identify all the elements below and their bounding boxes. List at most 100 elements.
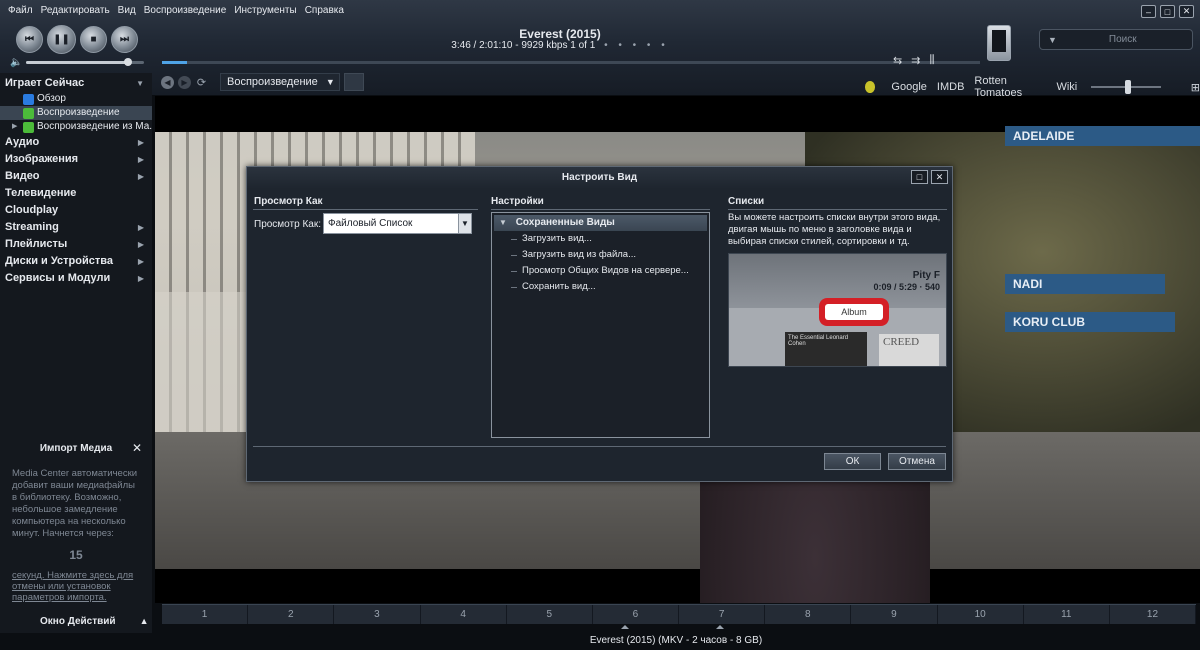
import-cancel-link[interactable]: секунд. Нажмите здесь для отмены или уст… [12, 570, 140, 603]
close-icon[interactable]: ✕ [132, 441, 142, 455]
link-imdb[interactable]: IMDB [937, 81, 965, 93]
chapter-marker[interactable]: 12 [1110, 605, 1197, 624]
sidebar-item-images[interactable]: Изображения ▶ [0, 151, 152, 168]
close-icon[interactable]: ✕ [931, 170, 948, 184]
sidebar-item-playlists[interactable]: Плейлисты ▶ [0, 236, 152, 253]
sidebar-item-audio[interactable]: Аудио ▶ [0, 134, 152, 151]
sidebar-item-label: Обзор [37, 93, 66, 104]
search-dropdown-icon[interactable]: ▼ [1048, 35, 1057, 45]
load-view-item[interactable]: Загрузить вид... [492, 231, 709, 247]
chevron-down-icon: ▼ [325, 77, 335, 87]
repeat-icon[interactable]: ⇉ [911, 54, 920, 67]
chapter-marker[interactable]: 7 [679, 605, 766, 624]
search-input[interactable]: ▼ Поиск [1039, 29, 1193, 50]
sidebar-item-drives[interactable]: Диски и Устройства ▶ [0, 253, 152, 270]
device-icon[interactable] [987, 25, 1011, 61]
sidebar-item-label: Воспроизведение [37, 107, 120, 118]
chapter-marker[interactable]: 8 [765, 605, 852, 624]
chapter-marker[interactable]: 4 [421, 605, 507, 624]
minimize-icon[interactable]: – [1141, 5, 1156, 18]
menu-file[interactable]: Файл [4, 4, 37, 18]
sidebar-item-label: Играет Сейчас [5, 77, 85, 89]
chapter-marker[interactable]: 10 [938, 605, 1024, 624]
chevron-down-icon[interactable]: ▼ [458, 214, 471, 233]
grid-icon[interactable]: ⊞ [1191, 81, 1200, 94]
chapter-marker[interactable]: 9 [851, 605, 938, 624]
sidebar: Играет Сейчас ▼ Обзор Воспроизведение ▶ … [0, 73, 152, 633]
view-as-label: Просмотр Как: [254, 219, 321, 230]
menu-help[interactable]: Справка [301, 4, 348, 18]
sidebar-item-overview[interactable]: Обзор [0, 92, 152, 106]
view-dropdown[interactable]: Воспроизведение ▼ [220, 73, 340, 91]
zoom-knob[interactable] [1125, 80, 1132, 94]
sidebar-item-tv[interactable]: Телевидение [0, 185, 152, 202]
menu-view[interactable]: Вид [114, 4, 140, 18]
forward-icon[interactable]: ▶ [178, 75, 191, 89]
chapter-marker[interactable]: 1 [162, 605, 249, 624]
transport-controls: ⏮ ❚❚ ■ ⏭ [16, 25, 138, 54]
previous-icon: ⏮ [25, 34, 34, 45]
import-countdown: 15 [69, 548, 83, 562]
chapter-marker[interactable]: 6 [593, 605, 680, 624]
chapter-marker[interactable]: 5 [507, 605, 593, 624]
chevron-up-icon: ▲ [139, 616, 149, 626]
home-icon [23, 122, 34, 133]
next-button[interactable]: ⏭ [111, 26, 138, 53]
chevron-right-icon[interactable]: ▶ [12, 120, 17, 134]
chapter-marker[interactable]: 2 [248, 605, 335, 624]
save-view-item[interactable]: Сохранить вид... [492, 279, 709, 295]
settings-header: Настройки [491, 196, 544, 207]
cancel-button[interactable]: Отмена [888, 453, 946, 470]
lists-header: Списки [728, 196, 765, 207]
back-icon[interactable]: ◀ [161, 75, 174, 89]
view-as-select[interactable]: Файловый Список ▼ [323, 213, 472, 234]
zoom-slider[interactable] [1091, 80, 1161, 94]
preview-album-label: Album [825, 304, 883, 320]
pause-button[interactable]: ❚❚ [47, 25, 76, 54]
sidebar-item-playback-from[interactable]: ▶ Воспроизведение из Ма... [0, 120, 152, 134]
sidebar-item-streaming[interactable]: Streaming ▶ [0, 219, 152, 236]
volume-control: 🔈 [10, 57, 145, 68]
preview-cover-1: The Essential Leonard Cohen [785, 332, 867, 366]
menu-edit[interactable]: Редактировать [37, 4, 114, 18]
load-view-from-file-item[interactable]: Загрузить вид из файла... [492, 247, 709, 263]
link-google[interactable]: Google [891, 81, 926, 93]
action-window-toggle[interactable]: Окно Действий ▲ [0, 612, 152, 630]
sidebar-item-playing-now[interactable]: Играет Сейчас ▼ [0, 75, 152, 92]
playlist-dots[interactable]: • • • • • [604, 40, 669, 51]
maximize-icon[interactable]: □ [1160, 5, 1175, 18]
chevron-down-icon: ▼ [136, 79, 144, 88]
settings-tree: ▼ Сохраненные Виды Загрузить вид... Загр… [491, 212, 710, 438]
sidebar-tree: Играет Сейчас ▼ Обзор Воспроизведение ▶ … [0, 75, 152, 287]
close-icon[interactable]: ✕ [1179, 5, 1194, 18]
sidebar-item-services[interactable]: Сервисы и Модули ▶ [0, 270, 152, 287]
preview-header [729, 254, 946, 308]
menu-playback[interactable]: Воспроизведение [140, 4, 231, 18]
link-wiki[interactable]: Wiki [1056, 81, 1077, 93]
preview-cover-2: CREED [879, 334, 939, 366]
play-icon [23, 108, 34, 119]
view-layout-button[interactable] [344, 73, 364, 91]
maximize-icon[interactable]: □ [911, 170, 928, 184]
sidebar-item-label: Телевидение [5, 187, 77, 199]
previous-button[interactable]: ⏮ [16, 26, 43, 53]
saved-views-node[interactable]: ▼ Сохраненные Виды [494, 215, 707, 231]
ok-button[interactable]: ОК [824, 453, 881, 470]
browse-shared-views-item[interactable]: Просмотр Общих Видов на сервере... [492, 263, 709, 279]
search-placeholder: Поиск [1108, 34, 1137, 45]
seek-bar[interactable] [162, 61, 980, 64]
sidebar-item-playback[interactable]: Воспроизведение [0, 106, 152, 120]
menu-tools[interactable]: Инструменты [230, 4, 300, 18]
refresh-icon[interactable]: ⟳ [195, 76, 208, 89]
volume-slider[interactable] [26, 58, 145, 66]
shuffle-icon[interactable]: ⇆ [893, 54, 902, 67]
divider [253, 446, 946, 447]
chapter-timeline[interactable]: 1 2 3 4 5 6 7 8 9 10 11 12 [162, 604, 1197, 624]
volume-knob[interactable] [123, 58, 132, 66]
sidebar-item-video[interactable]: Видео ▶ [0, 168, 152, 185]
stop-button[interactable]: ■ [80, 26, 107, 53]
chapter-marker[interactable]: 3 [334, 605, 421, 624]
equalizer-icon[interactable]: ⫼ [929, 54, 934, 67]
chapter-marker[interactable]: 11 [1024, 605, 1110, 624]
sidebar-item-cloudplay[interactable]: Cloudplay [0, 202, 152, 219]
